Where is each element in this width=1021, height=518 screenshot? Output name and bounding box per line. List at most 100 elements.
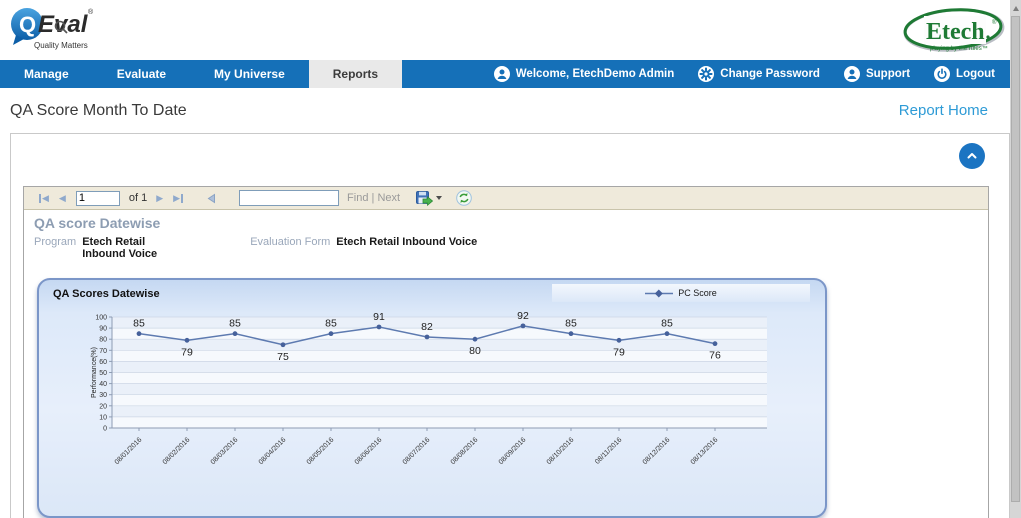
title-row: QA Score Month To Date Report Home: [0, 88, 1010, 133]
svg-text:82: 82: [421, 321, 433, 333]
report-home-link[interactable]: Report Home: [899, 102, 988, 119]
find-next-controls: Find | Next: [347, 192, 400, 204]
report-body: QA score Datewise Program Etech Retail I…: [24, 210, 988, 518]
svg-text:08/12/2016: 08/12/2016: [642, 436, 672, 466]
svg-text:80: 80: [99, 337, 107, 344]
report-parameters: Program Etech Retail Inbound Voice Evalu…: [34, 233, 988, 260]
svg-text:80: 80: [469, 345, 481, 357]
next-page-button[interactable]: ▶: [151, 193, 168, 204]
svg-text:08/06/2016: 08/06/2016: [354, 436, 384, 466]
logout-button[interactable]: Logout: [922, 60, 1007, 88]
svg-text:40: 40: [99, 381, 107, 388]
export-dropdown-caret-icon: [436, 196, 443, 200]
svg-text:20: 20: [99, 403, 107, 410]
nav-item-evaluate[interactable]: Evaluate: [93, 60, 190, 88]
svg-text:Performance(%): Performance(%): [91, 347, 98, 398]
back-to-parent-button[interactable]: [206, 193, 217, 204]
svg-text:60: 60: [99, 359, 107, 366]
user-icon: [843, 66, 860, 82]
svg-text:100: 100: [95, 315, 107, 322]
header: Q Eval ® Quality Matters Etech ® playing…: [0, 0, 1021, 60]
vertical-scrollbar[interactable]: [1010, 0, 1021, 518]
svg-text:85: 85: [325, 318, 337, 330]
nav-item-manage[interactable]: Manage: [0, 60, 93, 88]
evaluation-form-label: Evaluation Form: [250, 236, 331, 248]
page-number-input[interactable]: [75, 190, 120, 206]
change-password-button[interactable]: Change Password: [686, 60, 832, 88]
qeval-app: Q Eval ® Quality Matters Etech ® playing…: [0, 0, 1021, 518]
svg-text:70: 70: [99, 348, 107, 355]
chevron-up-icon: [967, 153, 977, 159]
svg-text:08/08/2016: 08/08/2016: [450, 436, 480, 466]
svg-text:85: 85: [133, 318, 145, 330]
svg-text:08/04/2016: 08/04/2016: [258, 436, 288, 466]
collapse-panel-button[interactable]: [959, 143, 985, 169]
nav-right: Welcome, EtechDemo Admin Change Password…: [482, 60, 1021, 88]
svg-text:85: 85: [229, 318, 241, 330]
find-next-button[interactable]: Next: [377, 192, 400, 204]
find-button[interactable]: Find: [347, 192, 368, 204]
svg-text:91: 91: [373, 311, 385, 323]
first-page-button[interactable]: ◀: [34, 193, 54, 204]
last-page-button[interactable]: ▶: [168, 193, 188, 204]
logout-label: Logout: [956, 68, 995, 80]
refresh-button[interactable]: [456, 190, 472, 206]
svg-text:®: ®: [992, 19, 997, 26]
legend-line-marker-icon: [645, 289, 674, 297]
svg-text:08/01/2016: 08/01/2016: [114, 436, 144, 466]
first-page-icon: [39, 193, 41, 203]
report-viewer: ◀ ◀ of 1 ▶ ▶ Find | Next: [23, 186, 989, 518]
export-button[interactable]: [416, 190, 443, 206]
back-to-parent-icon: [207, 193, 216, 203]
prev-page-button[interactable]: ◀: [54, 193, 71, 204]
svg-text:76: 76: [709, 350, 721, 362]
nav-left: Manage Evaluate My Universe Reports: [0, 60, 403, 88]
refresh-icon: [456, 190, 472, 206]
svg-text:08/13/2016: 08/13/2016: [690, 436, 720, 466]
svg-text:92: 92: [517, 310, 529, 322]
svg-text:79: 79: [181, 346, 193, 358]
nav-item-my-universe[interactable]: My Universe: [190, 60, 309, 88]
main-nav: Manage Evaluate My Universe Reports Welc…: [0, 60, 1021, 88]
gear-icon: [698, 66, 715, 82]
svg-text:08/11/2016: 08/11/2016: [594, 436, 623, 465]
svg-text:Q: Q: [19, 12, 36, 37]
svg-text:85: 85: [661, 318, 673, 330]
svg-text:90: 90: [99, 326, 107, 333]
qeval-logo: Q Eval ® Quality Matters: [8, 4, 118, 58]
svg-text:0: 0: [103, 426, 107, 433]
svg-text:08/02/2016: 08/02/2016: [162, 436, 192, 466]
find-next-separator: |: [371, 192, 375, 204]
legend-series-label: PC Score: [678, 288, 717, 298]
svg-text:Etech: Etech: [926, 19, 985, 45]
change-password-label: Change Password: [720, 68, 820, 80]
svg-text:Quality Matters: Quality Matters: [34, 41, 88, 50]
etech-logo: Etech ® playing by the rules™: [902, 6, 1007, 58]
svg-text:08/09/2016: 08/09/2016: [498, 436, 528, 466]
evaluation-form-value: Etech Retail Inbound Voice: [336, 236, 478, 248]
qa-scores-line-chart: 0 10 20 30 40 50 60 70 80 90 100 Performance(%) 08/0…: [91, 310, 767, 466]
svg-text:50: 50: [99, 370, 107, 377]
welcome-user-menu[interactable]: Welcome, EtechDemo Admin: [482, 60, 686, 88]
svg-text:75: 75: [277, 351, 289, 363]
svg-text:79: 79: [613, 346, 625, 358]
program-label: Program: [34, 236, 77, 248]
scrollbar-up-button[interactable]: [1011, 2, 1020, 14]
welcome-label: Welcome, EtechDemo Admin: [515, 68, 675, 80]
nav-item-reports[interactable]: Reports: [308, 60, 403, 88]
scroll-up-arrow-icon: [1012, 5, 1019, 11]
user-icon: [493, 66, 510, 82]
program-value: Etech Retail Inbound Voice: [82, 236, 158, 260]
find-text-input[interactable]: [239, 190, 340, 206]
qa-scores-chart-panel: QA Scores Datewise PC Score 0 10 20 30 40 50 6…: [37, 278, 827, 518]
svg-text:playing by the rules™: playing by the rules™: [930, 45, 988, 52]
svg-text:08/07/2016: 08/07/2016: [402, 436, 432, 466]
support-button[interactable]: Support: [832, 60, 922, 88]
last-page-icon: [181, 193, 184, 203]
report-panel: ◀ ◀ of 1 ▶ ▶ Find | Next: [10, 133, 1010, 518]
report-heading: QA score Datewise: [34, 215, 161, 231]
scrollbar-thumb[interactable]: [1011, 16, 1020, 502]
svg-text:Eval: Eval: [38, 11, 89, 38]
svg-text:08/05/2016: 08/05/2016: [306, 436, 336, 466]
svg-text:08/10/2016: 08/10/2016: [546, 436, 576, 466]
